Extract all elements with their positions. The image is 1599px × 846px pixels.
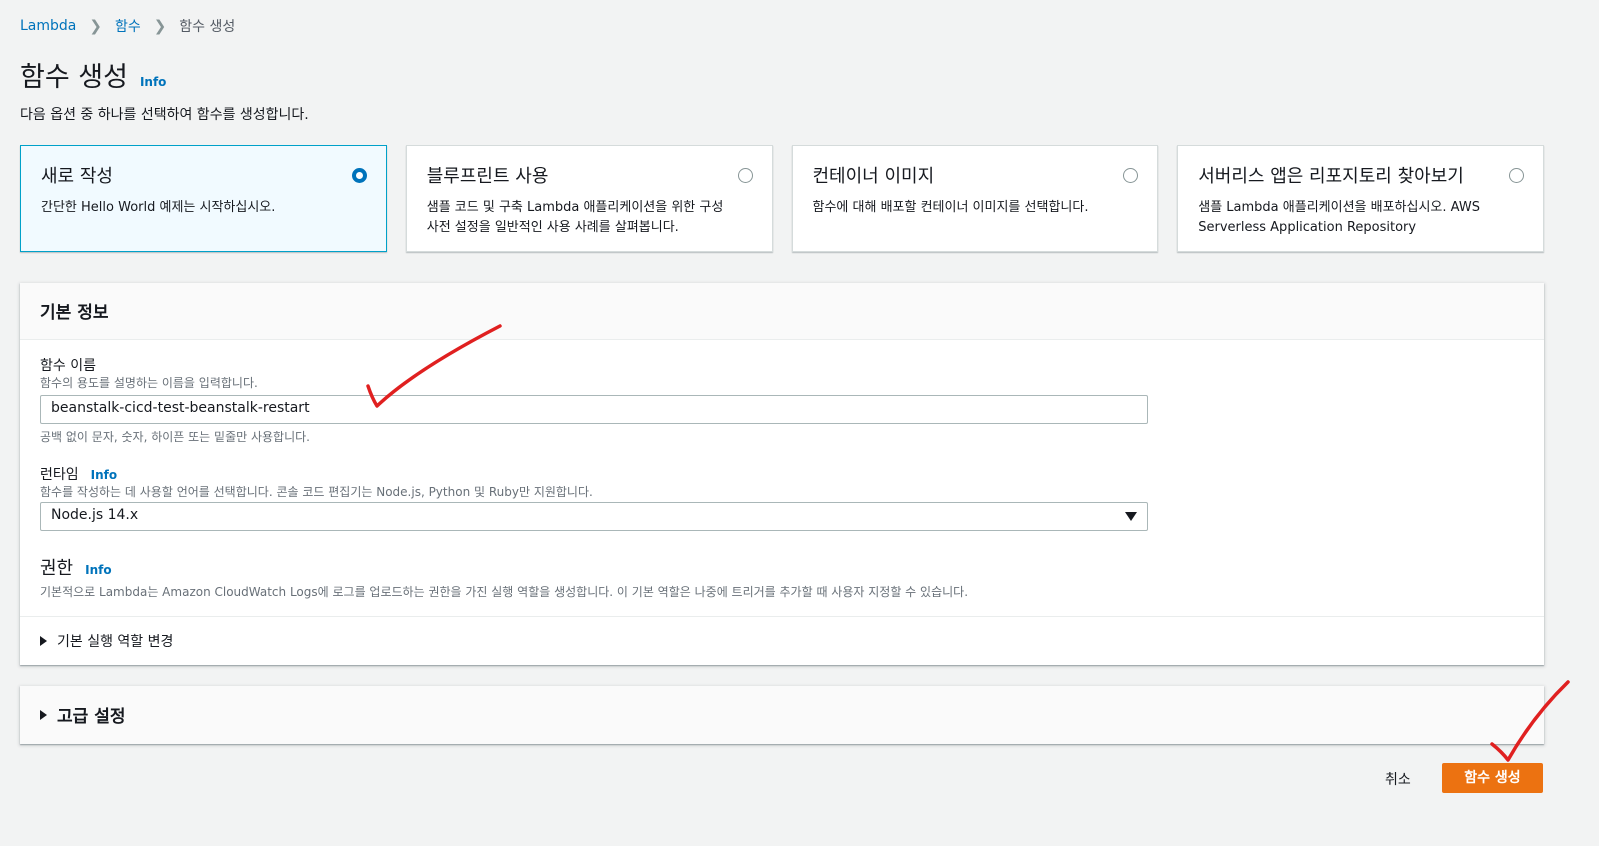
- advanced-settings-label: 고급 설정: [57, 707, 126, 727]
- advanced-settings-header[interactable]: 고급 설정: [40, 702, 125, 727]
- option-title: 컨테이너 이미지: [812, 166, 935, 187]
- page-title: 함수 생성: [20, 62, 128, 93]
- caret-down-icon: [1125, 512, 1137, 521]
- function-name-label: 함수 이름: [40, 358, 96, 374]
- option-desc: 샘플 Lambda 애플리케이션을 배포하십시오. AWS Serverless…: [1198, 200, 1480, 235]
- function-name-hint: 공백 없이 문자, 숫자, 하이픈 또는 밑줄만 사용합니다.: [40, 430, 310, 444]
- cancel-button[interactable]: 취소: [1372, 766, 1424, 792]
- runtime-info-link[interactable]: Info: [91, 468, 117, 482]
- breadcrumb-functions[interactable]: 함수: [115, 16, 141, 36]
- option-desc: 간단한 Hello World 예제는 시작하십시오.: [41, 200, 276, 215]
- option-container-image[interactable]: 컨테이너 이미지 함수에 대해 배포할 컨테이너 이미지를 선택합니다.: [791, 145, 1159, 252]
- breadcrumb-current: 함수 생성: [179, 19, 236, 35]
- option-author-from-scratch[interactable]: 새로 작성 간단한 Hello World 예제는 시작하십시오.: [20, 145, 387, 252]
- page-subtitle: 다음 옵션 중 하나를 선택하여 함수를 생성합니다.: [20, 107, 309, 123]
- chevron-right-icon: ❯: [89, 17, 102, 35]
- runtime-label: 런타임: [40, 467, 79, 483]
- option-title: 서버리스 앱은 리포지토리 찾아보기: [1198, 166, 1464, 187]
- radio-selected-icon[interactable]: [351, 168, 367, 183]
- option-title: 새로 작성: [41, 166, 113, 187]
- option-blueprint[interactable]: 블루프린트 사용 샘플 코드 및 구축 Lambda 애플리케이션을 위한 구성…: [405, 145, 773, 252]
- runtime-label-row: 런타임 Info: [40, 464, 117, 484]
- basic-info-header: 기본 정보: [20, 283, 1544, 340]
- radio-icon[interactable]: [1509, 168, 1524, 183]
- caret-right-icon: [40, 636, 47, 646]
- divider: [20, 616, 1544, 617]
- page-info-link[interactable]: Info: [140, 75, 166, 89]
- permission-label-row: 권한 Info: [40, 554, 112, 580]
- radio-icon[interactable]: [737, 168, 753, 183]
- advanced-settings-panel[interactable]: 고급 설정: [20, 686, 1544, 744]
- permission-desc: 기본적으로 Lambda는 Amazon CloudWatch Logs에 로그…: [40, 585, 969, 599]
- function-name-input[interactable]: beanstalk-cicd-test-beanstalk-restart: [40, 395, 1148, 424]
- breadcrumb: Lambda ❯ 함수 ❯ 함수 생성: [20, 16, 235, 36]
- chevron-right-icon: ❯: [153, 17, 167, 35]
- function-name-desc: 함수의 용도를 설명하는 이름을 입력합니다.: [40, 376, 258, 390]
- caret-right-icon: [40, 709, 47, 720]
- option-desc: 샘플 코드 및 구축 Lambda 애플리케이션을 위한 구성 사전 설정을 일…: [426, 200, 724, 235]
- permission-info-link[interactable]: Info: [85, 563, 111, 577]
- basic-info-panel: 기본 정보 함수 이름 함수의 용도를 설명하는 이름을 입력합니다. bean…: [20, 283, 1544, 665]
- permission-label: 권한: [40, 558, 74, 579]
- page-header: 함수 생성 Info: [20, 55, 166, 94]
- change-role-expander[interactable]: 기본 실행 역할 변경: [40, 631, 173, 651]
- option-title: 블루프린트 사용: [426, 166, 549, 187]
- runtime-selected-value: Node.js 14.x: [51, 507, 139, 523]
- creation-options: 새로 작성 간단한 Hello World 예제는 시작하십시오. 블루프린트 …: [20, 145, 1544, 252]
- breadcrumb-lambda[interactable]: Lambda: [20, 18, 76, 34]
- runtime-select[interactable]: Node.js 14.x: [40, 502, 1148, 531]
- runtime-desc: 함수를 작성하는 데 사용할 언어를 선택합니다. 콘솔 코드 편집기는 Nod…: [40, 485, 593, 499]
- create-function-button[interactable]: 함수 생성: [1442, 763, 1543, 793]
- option-desc: 함수에 대해 배포할 컨테이너 이미지를 선택합니다.: [812, 200, 1089, 215]
- option-serverless-repo[interactable]: 서버리스 앱은 리포지토리 찾아보기 샘플 Lambda 애플리케이션을 배포하…: [1177, 145, 1544, 252]
- change-role-label: 기본 실행 역할 변경: [57, 634, 174, 650]
